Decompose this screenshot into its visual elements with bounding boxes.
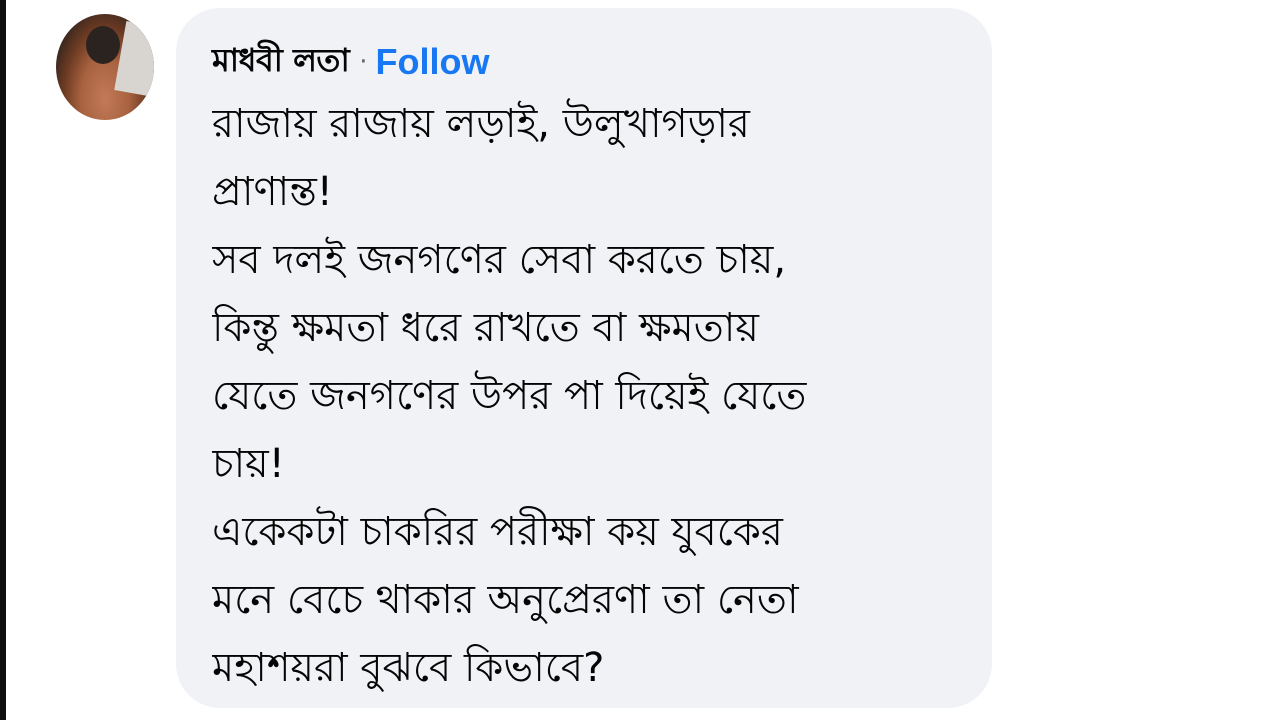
comment-line: রাজায় রাজায় লড়াই, উলুখাগড়ার [212, 101, 750, 147]
follow-link[interactable]: Follow [376, 41, 490, 83]
separator-dot: · [359, 47, 368, 77]
comment-header: মাধবী লতা · Follow [212, 36, 489, 88]
comment-line: কিন্তু ক্ষমতা ধরে রাখতে বা ক্ষমতায় [212, 305, 759, 351]
comment-line: চায়! [212, 441, 285, 487]
comment-line: সব দলই জনগণের সেবা করতে চায়, [212, 237, 787, 283]
comment-line: প্রাণান্ত! [212, 169, 333, 215]
comment-text: রাজায় রাজায় লড়াই, উলুখাগড়ার প্রাণান্… [212, 90, 972, 702]
comment-line: একেকটা চাকরির পরীক্ষা কয় যুবকের [212, 509, 783, 555]
comment-line: মহাশয়রা বুঝবে কিভাবে? [212, 645, 605, 691]
avatar-head-shape [86, 26, 120, 64]
avatar-background [114, 21, 154, 97]
comment-line: মনে বেচে থাকার অনুপ্রেরণা তা নেতা [212, 577, 799, 623]
window-left-edge [0, 0, 6, 720]
comment-line: যেতে জনগণের উপর পা দিয়েই যেতে [212, 373, 807, 419]
comment-author-name[interactable]: মাধবী লতা [212, 35, 350, 89]
avatar[interactable] [56, 14, 154, 120]
